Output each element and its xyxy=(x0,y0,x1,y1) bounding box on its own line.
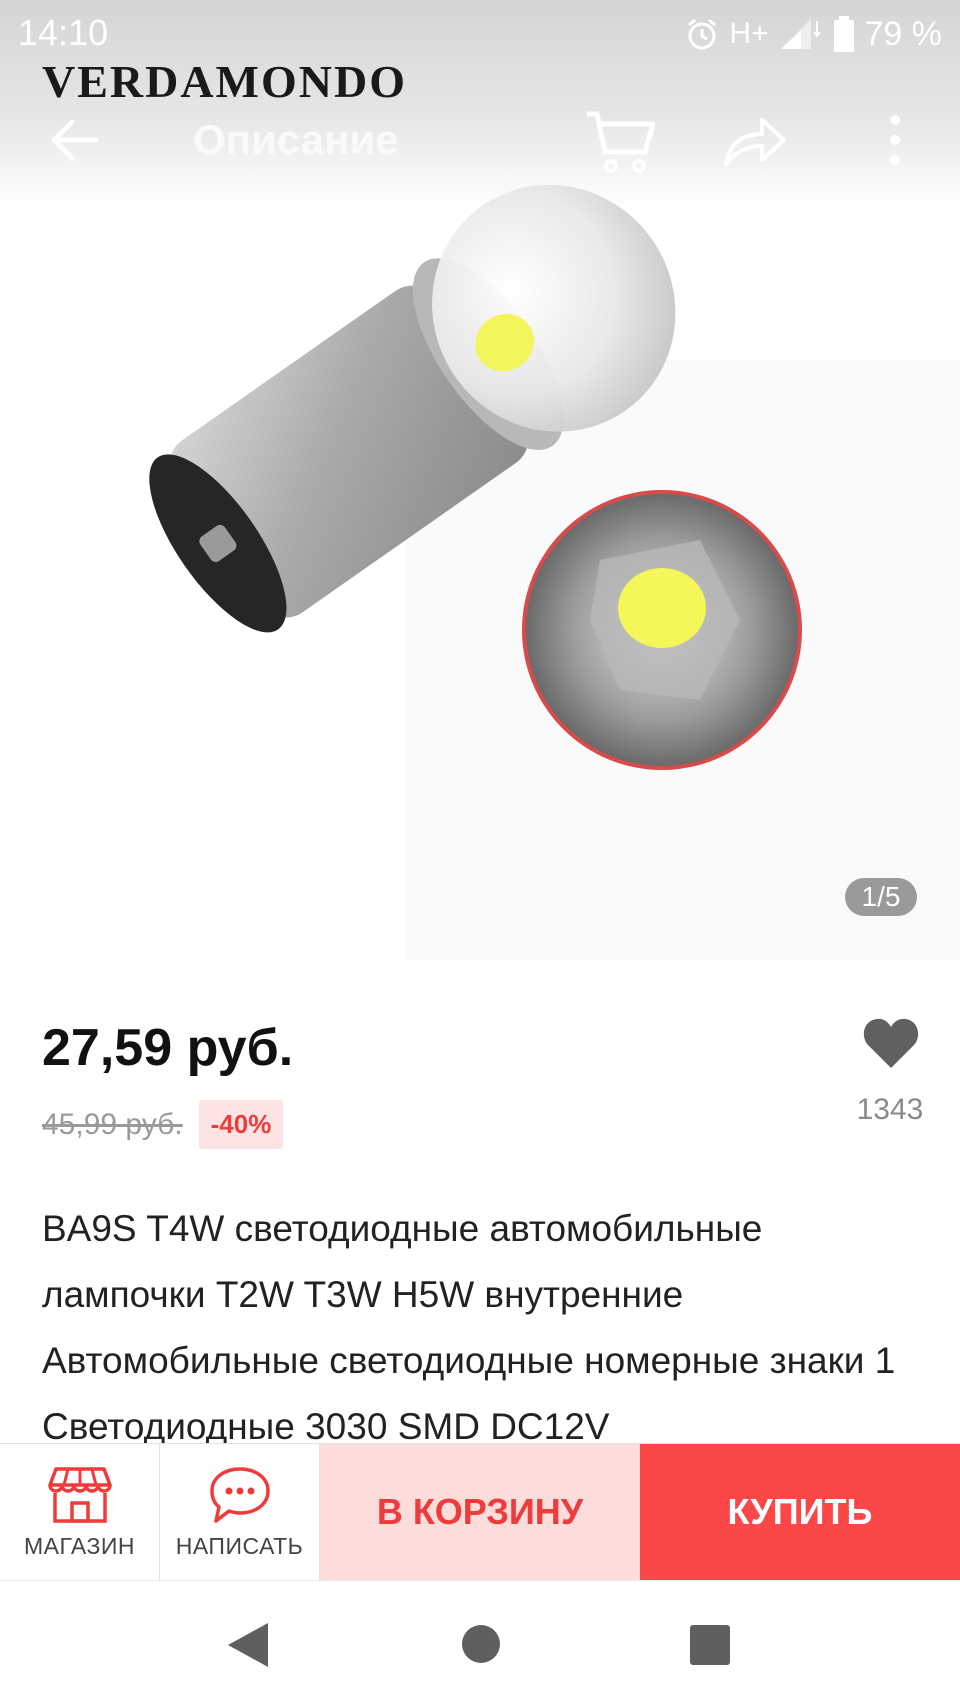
back-arrow-icon[interactable] xyxy=(46,114,102,166)
discount-badge: -40% xyxy=(198,1100,284,1149)
add-to-cart-button[interactable]: В КОРЗИНУ xyxy=(320,1444,640,1580)
signal-icon xyxy=(780,19,821,49)
old-price: 45,99 руб. xyxy=(42,1107,183,1141)
battery-icon xyxy=(833,16,854,52)
status-time: 14:10 xyxy=(18,12,109,53)
buy-now-button[interactable]: КУПИТЬ xyxy=(640,1444,960,1580)
image-pager: 1/5 xyxy=(845,878,917,916)
nav-back-icon[interactable] xyxy=(226,1621,270,1669)
bottom-action-bar: МАГАЗИН НАПИСАТЬ В КОРЗИНУ КУПИТЬ xyxy=(0,1443,960,1580)
heart-icon[interactable] xyxy=(862,1016,920,1070)
page-title: Описание xyxy=(193,116,399,163)
share-icon[interactable] xyxy=(722,114,788,168)
more-vert-icon[interactable] xyxy=(880,112,910,168)
nav-recents-icon[interactable] xyxy=(690,1625,730,1665)
system-nav-bar xyxy=(0,1580,960,1707)
message-button[interactable]: НАПИСАТЬ xyxy=(160,1444,320,1580)
old-price-row: 45,99 руб. -40% xyxy=(42,1100,284,1149)
network-type: H+ xyxy=(729,17,769,50)
top-toolbar: Описание xyxy=(0,100,960,180)
alarm-icon xyxy=(688,18,717,50)
cart-icon[interactable] xyxy=(585,108,657,174)
message-label: НАПИСАТЬ xyxy=(175,1532,304,1559)
current-price: 27,59 руб. xyxy=(42,1019,294,1077)
chat-bubble-icon xyxy=(209,1466,270,1523)
battery-level: 79 % xyxy=(864,14,943,53)
product-description: BA9S T4W светодиодные автомобильные ламп… xyxy=(42,1208,896,1446)
store-button[interactable]: МАГАЗИН xyxy=(0,1444,160,1580)
store-label: МАГАЗИН xyxy=(23,1532,136,1559)
nav-home-icon[interactable] xyxy=(462,1625,500,1663)
product-screen: 1/5 14:10 H+ 79 % VERDAMONDO Описание 27… xyxy=(0,0,960,1707)
store-icon xyxy=(47,1466,112,1523)
favorites-count: 1343 xyxy=(856,1093,924,1126)
status-icons: H+ 79 % xyxy=(685,12,942,56)
